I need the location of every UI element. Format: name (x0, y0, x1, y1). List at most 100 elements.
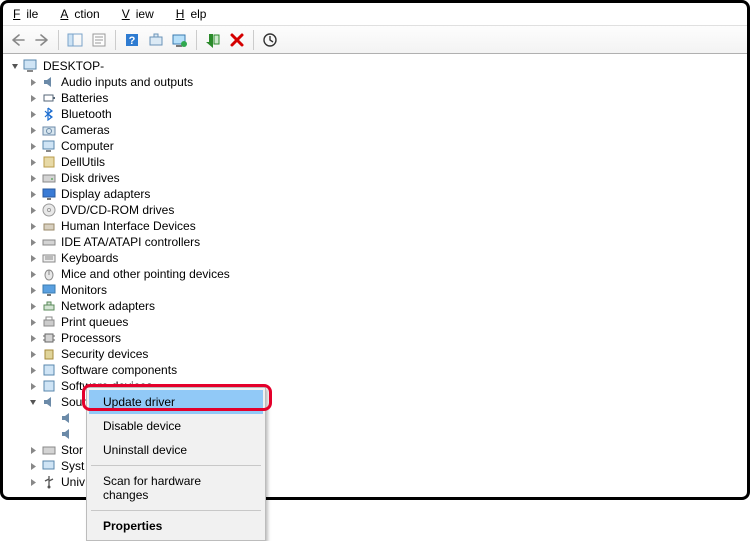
bluetooth-icon (41, 106, 57, 122)
tree-item-label: Mice and other pointing devices (61, 266, 230, 282)
chevron-right-icon[interactable] (27, 316, 39, 328)
chevron-right-icon[interactable] (27, 204, 39, 216)
tree-item-label: Processors (61, 330, 121, 346)
help-button[interactable]: ? (121, 29, 143, 51)
ctx-scan-hardware[interactable]: Scan for hardware changes (89, 469, 263, 507)
toolbar-separator (196, 30, 197, 50)
chevron-right-icon[interactable] (27, 124, 39, 136)
chevron-right-icon[interactable] (27, 252, 39, 264)
storage-icon (41, 442, 57, 458)
chevron-right-icon[interactable] (27, 444, 39, 456)
ctx-update-driver[interactable]: Update driver (89, 390, 263, 414)
tree-item[interactable]: Bluetooth (5, 106, 745, 122)
tree-item-label: Print queues (61, 314, 128, 330)
tree-item[interactable]: DellUtils (5, 154, 745, 170)
chevron-right-icon[interactable] (27, 284, 39, 296)
chevron-down-icon[interactable] (9, 60, 21, 72)
chevron-right-icon[interactable] (27, 300, 39, 312)
tree-item-label: DellUtils (61, 154, 105, 170)
ide-icon (41, 234, 57, 250)
tree-item[interactable]: Processors (5, 330, 745, 346)
show-hide-tree-button[interactable] (64, 29, 86, 51)
tree-item[interactable]: Cameras (5, 122, 745, 138)
tree-item[interactable]: Network adapters (5, 298, 745, 314)
chevron-right-icon[interactable] (27, 364, 39, 376)
chevron-right-icon[interactable] (27, 188, 39, 200)
menu-file[interactable]: File (7, 5, 50, 23)
ctx-disable-device[interactable]: Disable device (89, 414, 263, 438)
chevron-right-icon[interactable] (27, 348, 39, 360)
update-driver-button[interactable] (169, 29, 191, 51)
disable-button[interactable] (259, 29, 281, 51)
menu-help[interactable]: Help (170, 5, 219, 23)
chevron-right-icon[interactable] (27, 268, 39, 280)
computer-icon (23, 58, 39, 74)
ctx-properties[interactable]: Properties (89, 514, 263, 538)
uninstall-button[interactable] (226, 29, 248, 51)
menu-action[interactable]: Action (54, 5, 111, 23)
menu-view[interactable]: View (116, 5, 166, 23)
tree-item-label: Computer (61, 138, 114, 154)
chevron-down-icon[interactable] (27, 396, 39, 408)
audio-icon (59, 410, 75, 426)
tree-item[interactable]: Mice and other pointing devices (5, 266, 745, 282)
disk-icon (41, 170, 57, 186)
keyboard-icon (41, 250, 57, 266)
ctx-uninstall-device[interactable]: Uninstall device (89, 438, 263, 462)
chevron-right-icon[interactable] (27, 156, 39, 168)
audio-icon (41, 394, 57, 410)
tree-item[interactable]: Monitors (5, 282, 745, 298)
tree-item[interactable]: IDE ATA/ATAPI controllers (5, 234, 745, 250)
folder-icon (41, 154, 57, 170)
tree-item[interactable]: DVD/CD-ROM drives (5, 202, 745, 218)
tree-root[interactable]: DESKTOP- (5, 58, 745, 74)
chevron-right-icon[interactable] (27, 476, 39, 488)
ctx-separator (91, 510, 261, 511)
tree-item-label: Univ (61, 474, 85, 490)
menubar: File Action View Help (3, 3, 747, 26)
tree-item-label: Display adapters (61, 186, 150, 202)
tree-item[interactable]: Audio inputs and outputs (5, 74, 745, 90)
tree-item[interactable]: Keyboards (5, 250, 745, 266)
tree-item-label: Audio inputs and outputs (61, 74, 193, 90)
tree-item-label: Syst (61, 458, 84, 474)
tree-item[interactable]: Human Interface Devices (5, 218, 745, 234)
properties-button[interactable] (88, 29, 110, 51)
tree-item-label: DVD/CD-ROM drives (61, 202, 174, 218)
chevron-right-icon[interactable] (27, 220, 39, 232)
back-button[interactable] (7, 29, 29, 51)
monitor-icon (41, 282, 57, 298)
chevron-right-icon[interactable] (27, 140, 39, 152)
chevron-right-icon[interactable] (27, 108, 39, 120)
tree-item[interactable]: Print queues (5, 314, 745, 330)
chevron-right-icon[interactable] (27, 76, 39, 88)
toolbar: ? (3, 26, 747, 54)
tree-item-label: Keyboards (61, 250, 118, 266)
ctx-separator (91, 465, 261, 466)
chevron-right-icon[interactable] (27, 172, 39, 184)
enable-button[interactable] (202, 29, 224, 51)
scan-button[interactable] (145, 29, 167, 51)
tree-item-label: Software components (61, 362, 177, 378)
usb-icon (41, 474, 57, 490)
tree-item[interactable]: Security devices (5, 346, 745, 362)
tree-item-label: Batteries (61, 90, 108, 106)
tree-item[interactable]: Batteries (5, 90, 745, 106)
tree-item-label: Human Interface Devices (61, 218, 196, 234)
tree-item[interactable]: Software components (5, 362, 745, 378)
mouse-icon (41, 266, 57, 282)
dvd-icon (41, 202, 57, 218)
toolbar-separator (115, 30, 116, 50)
tree-item[interactable]: Display adapters (5, 186, 745, 202)
chevron-right-icon[interactable] (27, 332, 39, 344)
chevron-right-icon[interactable] (27, 460, 39, 472)
computer-icon (41, 138, 57, 154)
tree-item[interactable]: Computer (5, 138, 745, 154)
system-icon (41, 458, 57, 474)
display-icon (41, 186, 57, 202)
chevron-right-icon[interactable] (27, 380, 39, 392)
chevron-right-icon[interactable] (27, 92, 39, 104)
chevron-right-icon[interactable] (27, 236, 39, 248)
forward-button[interactable] (31, 29, 53, 51)
tree-item[interactable]: Disk drives (5, 170, 745, 186)
